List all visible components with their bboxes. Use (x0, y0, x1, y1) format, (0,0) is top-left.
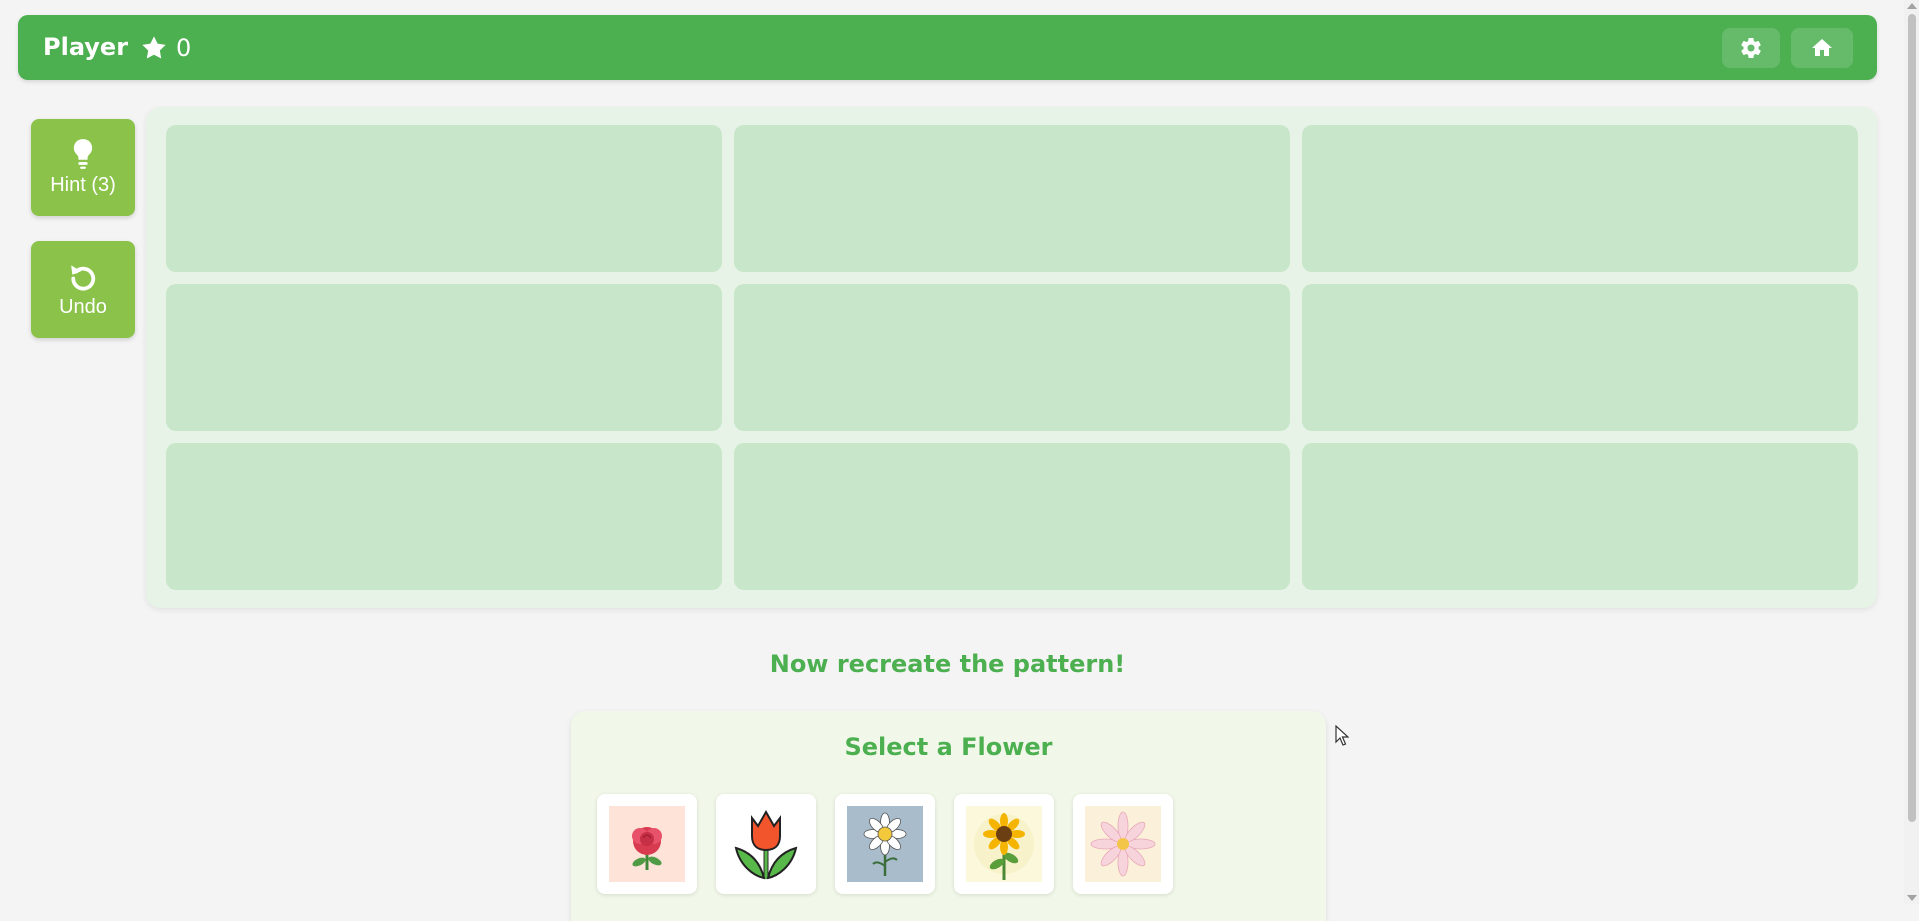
top-bar: Player 0 (18, 15, 1877, 80)
flower-option-lily[interactable] (1073, 794, 1173, 894)
grid-cell[interactable] (734, 284, 1290, 431)
undo-button[interactable]: Undo (31, 241, 135, 338)
grid-cell[interactable] (734, 125, 1290, 272)
lightbulb-icon (73, 139, 93, 169)
home-icon (1812, 39, 1832, 56)
pattern-grid (146, 107, 1877, 608)
rose-icon (609, 806, 685, 882)
score-display: 0 (140, 15, 191, 80)
undo-label: Undo (59, 296, 107, 318)
tulip-icon (728, 806, 804, 882)
grid-cell[interactable] (166, 284, 722, 431)
scrollbar[interactable] (1904, 0, 1919, 904)
cursor-icon (1335, 725, 1349, 746)
undo-icon (71, 265, 96, 291)
grid-cell[interactable] (1302, 125, 1858, 272)
flower-option-daisy[interactable] (835, 794, 935, 894)
flower-selector: Select a Flower (571, 711, 1326, 921)
score-value: 0 (176, 33, 192, 62)
star-icon (142, 35, 166, 59)
flower-option-sunflower[interactable] (954, 794, 1054, 894)
grid-cell[interactable] (1302, 284, 1858, 431)
sunflower-icon (966, 806, 1042, 882)
scroll-down-arrow[interactable] (1907, 895, 1917, 901)
lily-icon (1085, 806, 1161, 882)
hint-button[interactable]: Hint (3) (31, 119, 135, 216)
grid-cell[interactable] (166, 125, 722, 272)
scroll-thumb[interactable] (1908, 14, 1916, 822)
flower-option-tulip[interactable] (716, 794, 816, 894)
flower-option-rose[interactable] (597, 794, 697, 894)
player-name: Player (43, 33, 129, 61)
home-button[interactable] (1791, 28, 1853, 68)
selector-title: Select a Flower (844, 733, 1053, 761)
grid-cell[interactable] (1302, 443, 1858, 590)
instruction-text: Now recreate the pattern! (769, 650, 1126, 678)
grid-cell[interactable] (734, 443, 1290, 590)
gear-icon (1741, 37, 1761, 58)
hint-label: Hint (3) (50, 174, 116, 196)
grid-cell[interactable] (166, 443, 722, 590)
daisy-icon (847, 806, 923, 882)
scroll-up-arrow[interactable] (1907, 3, 1917, 9)
settings-button[interactable] (1722, 28, 1780, 68)
